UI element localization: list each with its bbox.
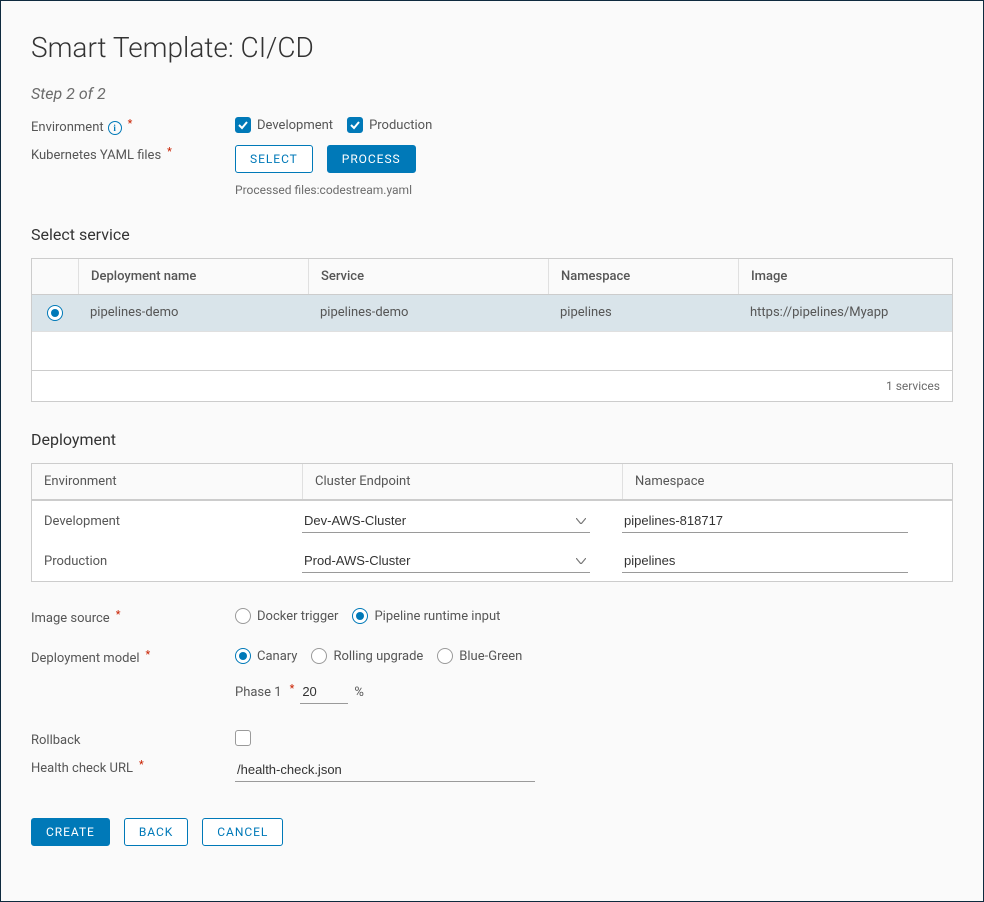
image-source-runtime-radio[interactable]: Pipeline runtime input [352, 608, 500, 624]
required-marker: * [290, 682, 295, 695]
yaml-label: Kubernetes YAML files * [31, 145, 235, 163]
health-url-label: Health check URL * [31, 758, 235, 776]
env-production-checkbox[interactable]: Production [347, 117, 432, 133]
cell-namespace: pipelines [548, 295, 738, 331]
model-canary-label: Canary [257, 649, 297, 664]
phase-row: Phase 1 * % [235, 680, 953, 704]
info-icon[interactable]: i [108, 121, 122, 135]
step-indicator: Step 2 of 2 [31, 84, 953, 103]
env-development-label: Development [257, 118, 333, 133]
cluster-endpoint-select[interactable]: Dev-AWS-Cluster [302, 509, 590, 533]
image-source-docker-label: Docker trigger [257, 609, 338, 624]
col-image: Image [738, 259, 952, 294]
deployment-table: Environment Cluster Endpoint Namespace D… [31, 463, 953, 582]
health-url-row: Health check URL * [31, 758, 953, 782]
col-namespace: Namespace [548, 259, 738, 294]
col-service: Service [308, 259, 548, 294]
deployment-heading: Deployment [31, 430, 953, 449]
required-marker: * [128, 117, 133, 130]
phase-percent-input[interactable] [300, 680, 348, 704]
cell-deployment: pipelines-demo [78, 295, 308, 331]
smart-template-form: Smart Template: CI/CD Step 2 of 2 Enviro… [0, 0, 984, 902]
cell-image: https://pipelines/Myapp [738, 295, 952, 331]
health-url-input[interactable] [235, 758, 535, 782]
dep-env: Development [32, 514, 302, 529]
image-source-row: Image source * Docker trigger Pipeline r… [31, 608, 953, 626]
deployment-row: Development Dev-AWS-Cluster [32, 501, 952, 541]
image-source-label: Image source * [31, 608, 235, 626]
image-source-runtime-label: Pipeline runtime input [374, 609, 500, 624]
select-button[interactable]: SELECT [235, 145, 313, 173]
environment-label: Environment i * [31, 117, 235, 135]
deployment-row: Production Prod-AWS-Cluster [32, 541, 952, 581]
env-development-checkbox[interactable]: Development [235, 117, 333, 133]
rollback-label: Rollback [31, 730, 235, 748]
service-row[interactable]: pipelines-demo pipelines-demo pipelines … [32, 295, 952, 332]
required-marker: * [139, 758, 144, 771]
cancel-button[interactable]: CANCEL [202, 818, 283, 846]
model-bluegreen-radio[interactable]: Blue-Green [437, 648, 522, 664]
col-dep-namespace: Namespace [622, 464, 952, 499]
deployment-model-label: Deployment model * [31, 648, 235, 666]
col-environment: Environment [32, 464, 302, 499]
create-button[interactable]: CREATE [31, 818, 110, 846]
model-canary-radio[interactable]: Canary [235, 648, 297, 664]
rollback-checkbox[interactable] [235, 730, 251, 746]
environment-row: Environment i * Development Production [31, 117, 953, 135]
select-service-heading: Select service [31, 225, 953, 244]
required-marker: * [116, 608, 121, 621]
process-button[interactable]: PROCESS [327, 145, 416, 173]
env-production-label: Production [369, 118, 432, 133]
namespace-input[interactable] [622, 549, 908, 573]
footer-buttons: CREATE BACK CANCEL [31, 818, 953, 846]
cell-service: pipelines-demo [308, 295, 548, 331]
processed-files-text: Processed files:codestream.yaml [235, 183, 953, 197]
namespace-input[interactable] [622, 509, 908, 533]
model-bluegreen-label: Blue-Green [459, 649, 522, 664]
deployment-model-row: Deployment model * Canary Rolling upgrad… [31, 648, 953, 666]
col-cluster: Cluster Endpoint [302, 464, 622, 499]
rollback-row: Rollback [31, 730, 953, 748]
yaml-row: Kubernetes YAML files * SELECT PROCESS [31, 145, 953, 173]
cluster-endpoint-select[interactable]: Prod-AWS-Cluster [302, 549, 590, 573]
service-table-footer: 1 services [32, 370, 952, 401]
service-row-radio[interactable] [47, 305, 63, 321]
phase-label: Phase 1 [235, 685, 282, 700]
required-marker: * [167, 145, 172, 158]
service-table: Deployment name Service Namespace Image … [31, 258, 953, 402]
image-source-docker-radio[interactable]: Docker trigger [235, 608, 338, 624]
model-rolling-radio[interactable]: Rolling upgrade [311, 648, 423, 664]
col-deployment-name: Deployment name [78, 259, 308, 294]
service-table-header: Deployment name Service Namespace Image [32, 259, 952, 295]
required-marker: * [146, 648, 151, 661]
percent-label: % [354, 685, 364, 700]
model-rolling-label: Rolling upgrade [333, 649, 423, 664]
page-title: Smart Template: CI/CD [31, 31, 953, 64]
back-button[interactable]: BACK [124, 818, 188, 846]
dep-env: Production [32, 554, 302, 569]
